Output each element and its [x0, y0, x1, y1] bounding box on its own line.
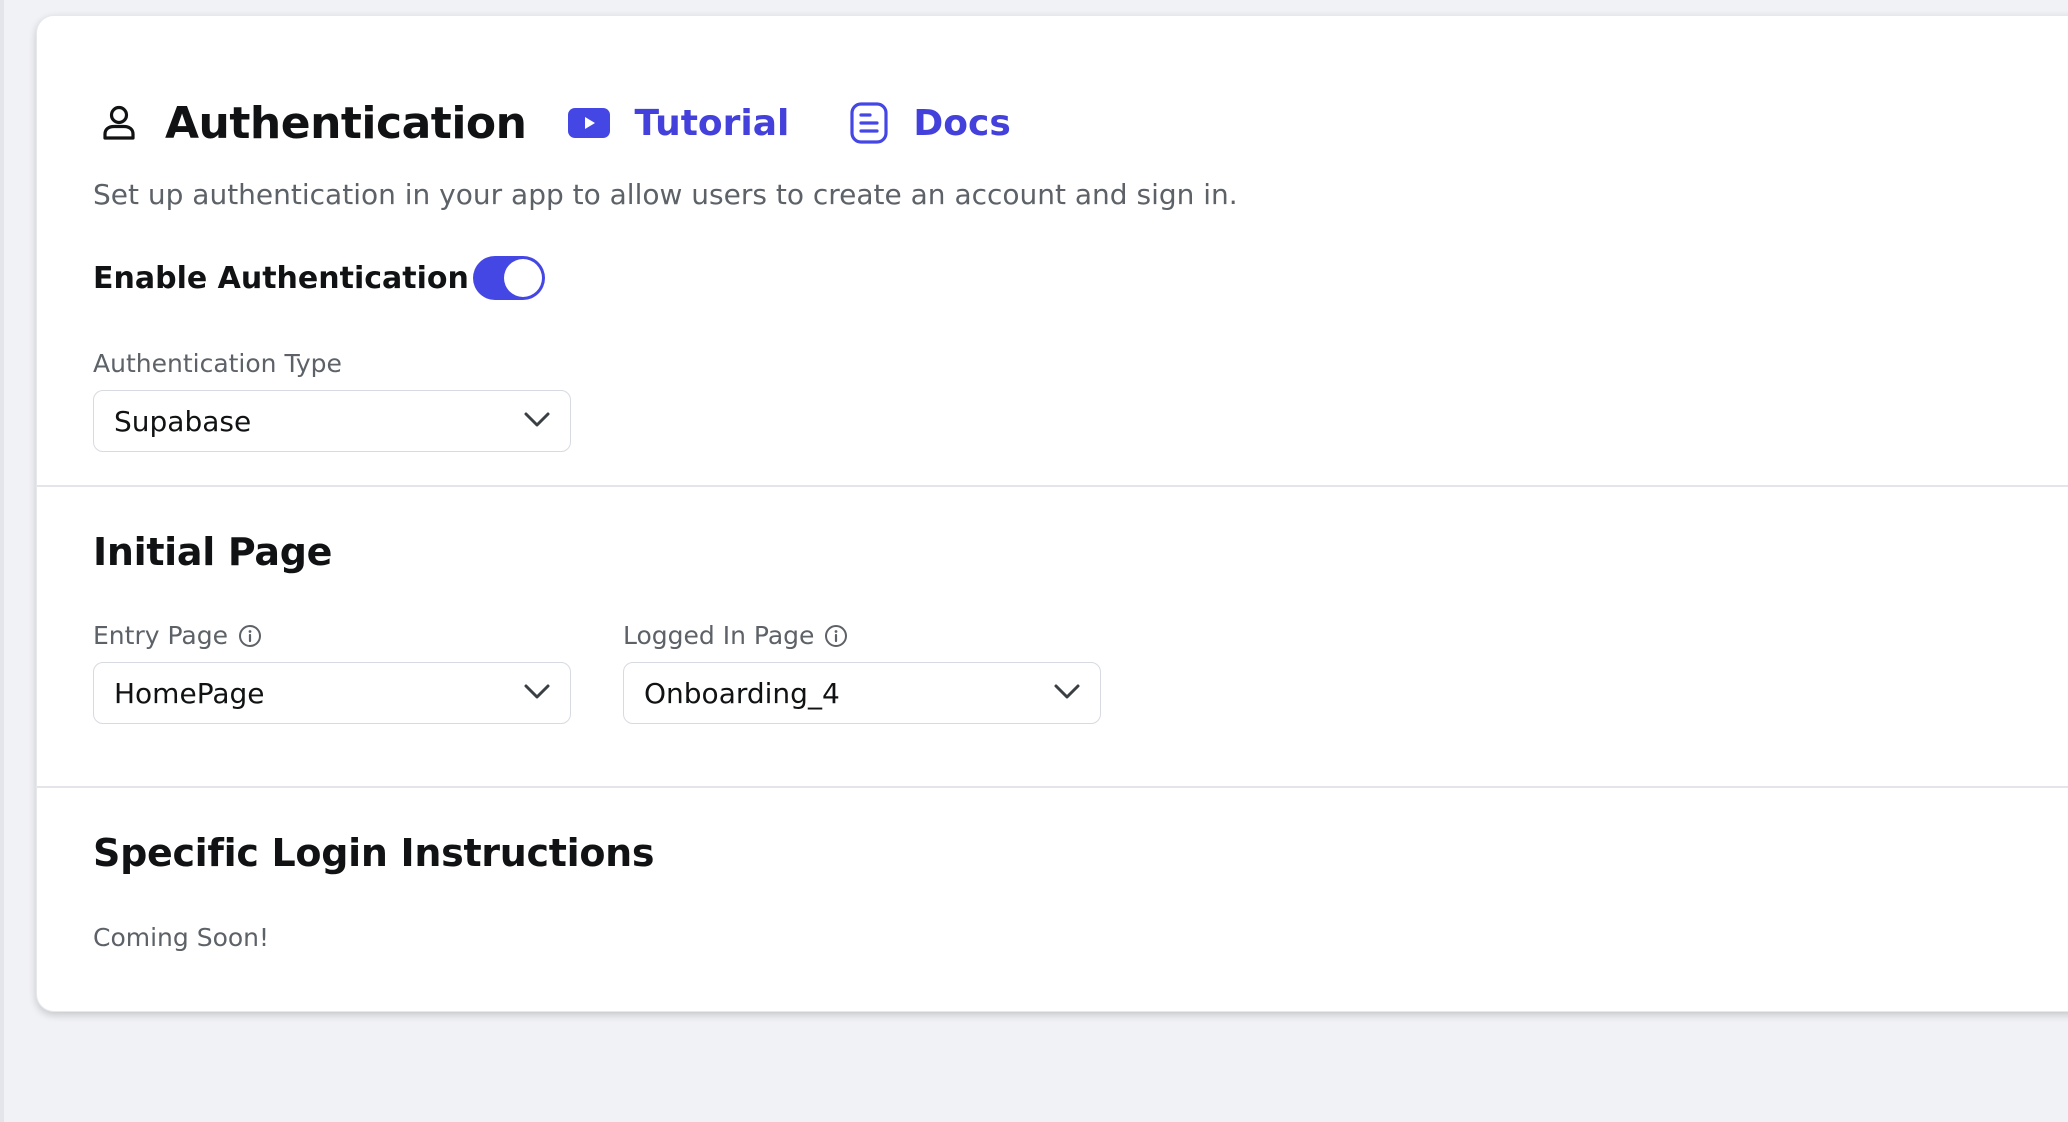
section-divider: [37, 485, 2068, 487]
authentication-type-select[interactable]: Supabase: [93, 390, 571, 452]
docs-label: Docs: [913, 102, 1011, 144]
enable-authentication-toggle[interactable]: [473, 256, 545, 300]
info-icon[interactable]: [238, 624, 262, 648]
authentication-card: Authentication Tutorial Docs Set up auth…: [36, 15, 2068, 1012]
logged-in-page-value: Onboarding_4: [644, 676, 840, 710]
page-subtitle: Set up authentication in your app to all…: [93, 178, 1238, 211]
docs-link[interactable]: Docs: [849, 101, 1011, 145]
chevron-down-icon: [522, 404, 552, 438]
tutorial-link[interactable]: Tutorial: [568, 103, 789, 144]
initial-page-title: Initial Page: [93, 530, 333, 574]
logged-in-page-label: Logged In Page: [623, 621, 848, 650]
page-title: Authentication: [165, 97, 527, 149]
authentication-type-value: Supabase: [114, 404, 252, 438]
toggle-knob: [504, 259, 542, 297]
enable-authentication-label: Enable Authentication: [93, 260, 469, 296]
entry-page-value: HomePage: [114, 676, 265, 710]
authentication-type-label: Authentication Type: [93, 349, 342, 378]
person-icon: [97, 101, 141, 145]
youtube-play-icon: [568, 108, 611, 138]
entry-page-select[interactable]: HomePage: [93, 662, 571, 724]
info-icon[interactable]: [824, 624, 848, 648]
document-icon: [849, 101, 889, 145]
logged-in-page-select[interactable]: Onboarding_4: [623, 662, 1101, 724]
entry-page-label-text: Entry Page: [93, 621, 228, 650]
tutorial-label: Tutorial: [634, 102, 790, 144]
authentication-type-label-text: Authentication Type: [93, 349, 342, 378]
enable-authentication-row: Enable Authentication: [93, 256, 545, 300]
chevron-down-icon: [1052, 676, 1082, 710]
chevron-down-icon: [522, 676, 552, 710]
section-divider: [37, 786, 2068, 788]
coming-soon-text: Coming Soon!: [93, 923, 270, 952]
logged-in-page-label-text: Logged In Page: [623, 621, 815, 650]
login-instructions-title: Specific Login Instructions: [93, 831, 655, 875]
header: Authentication Tutorial Docs: [97, 88, 1011, 158]
entry-page-label: Entry Page: [93, 621, 262, 650]
left-rail: [0, 0, 4, 1122]
